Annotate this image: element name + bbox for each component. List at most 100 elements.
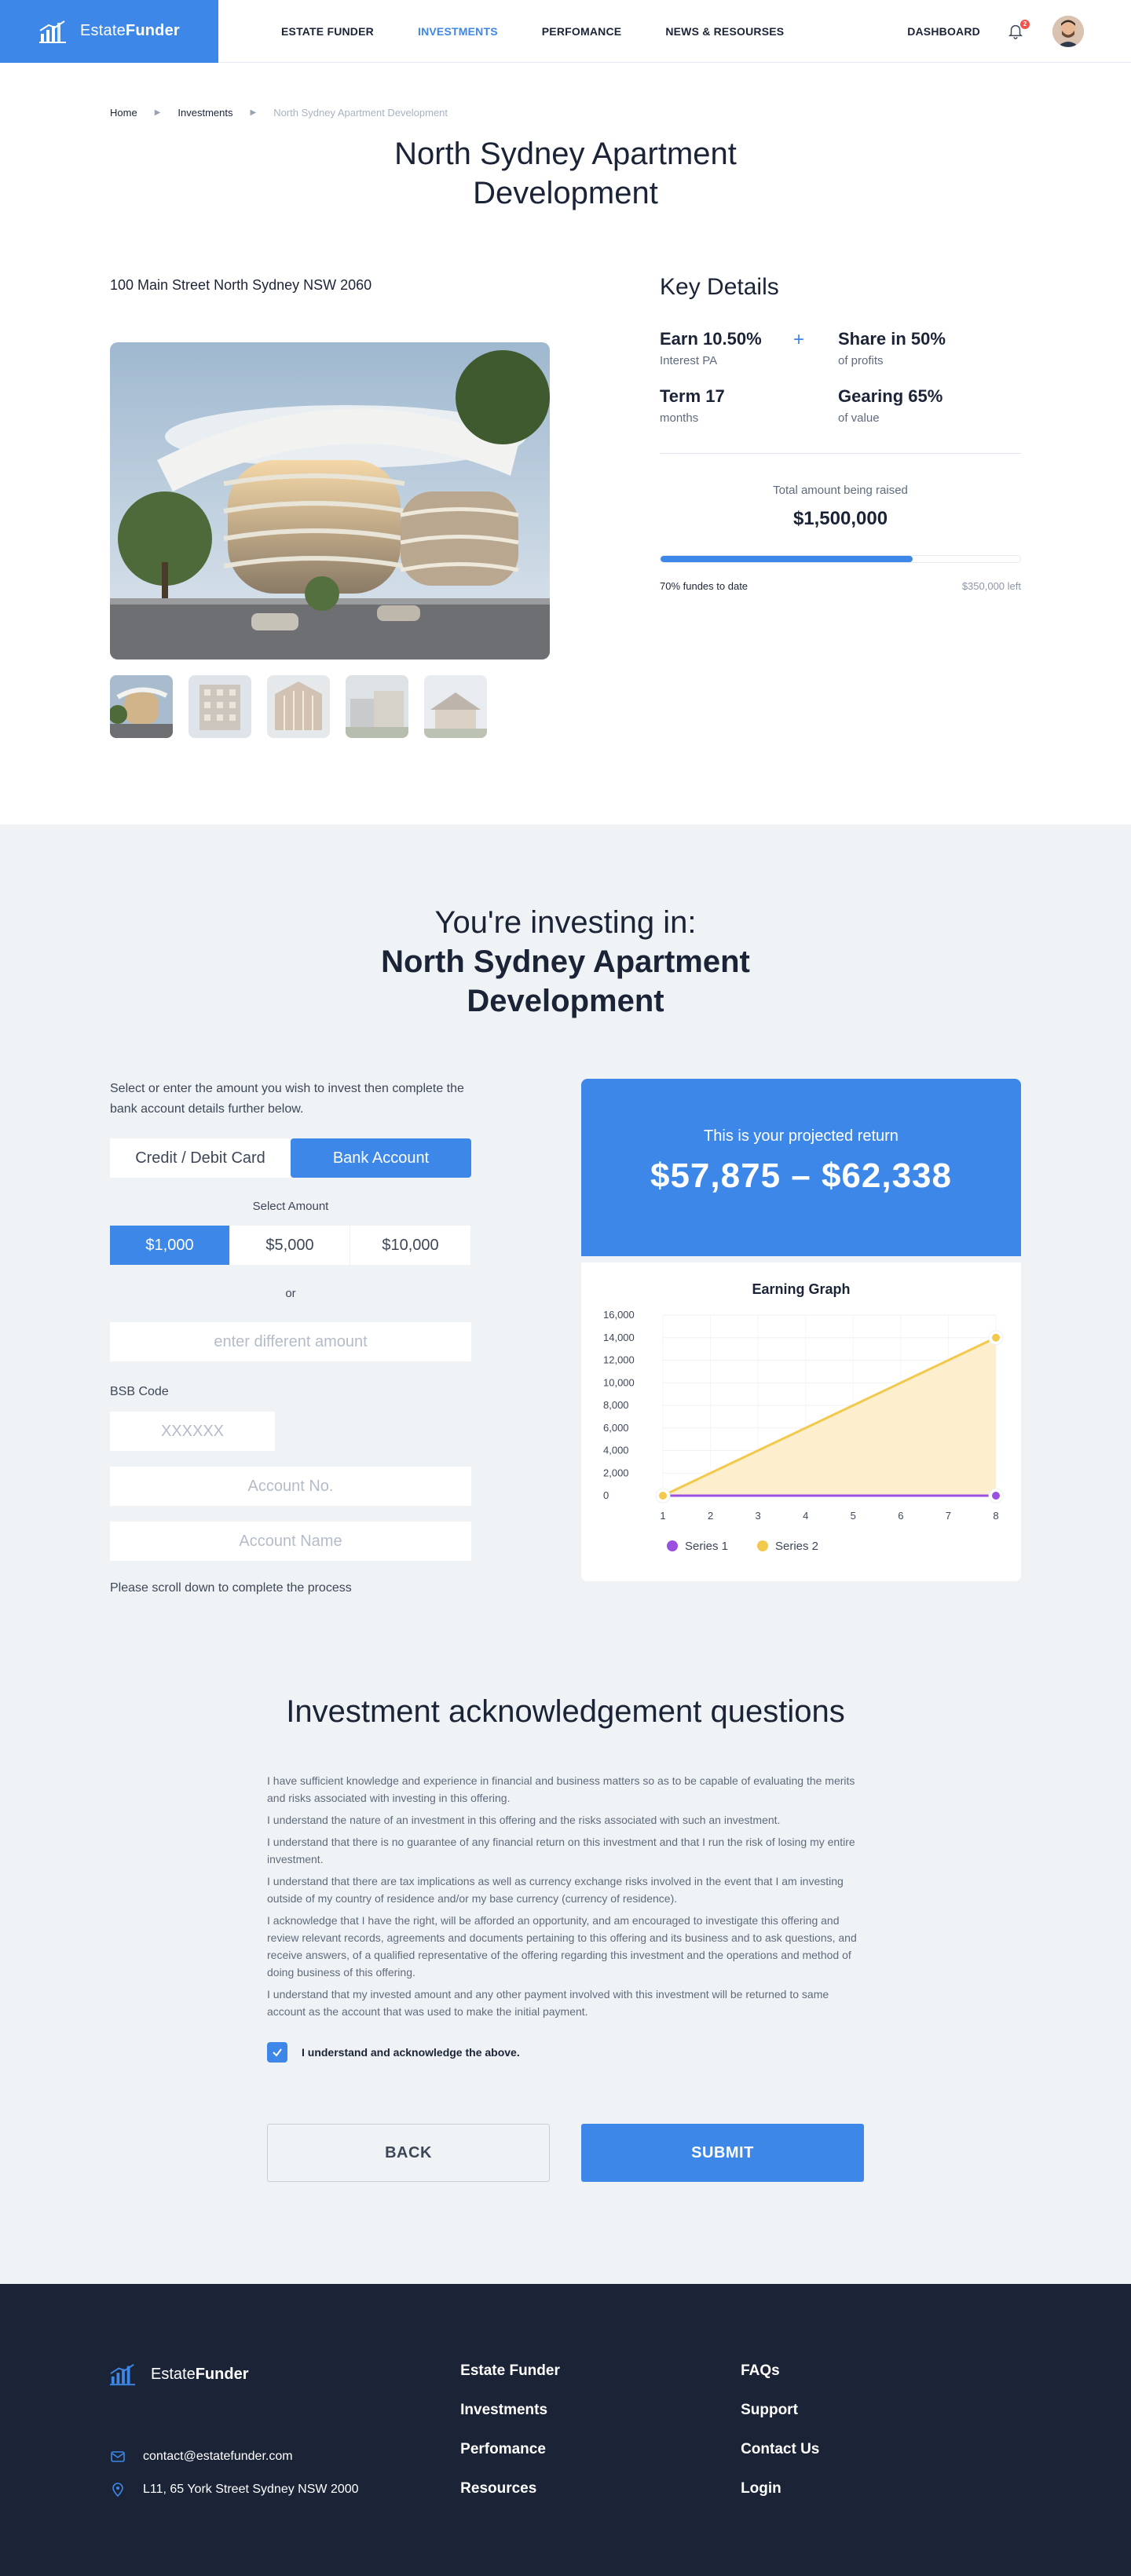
ack-title: Investment acknowledgement questions <box>286 1694 845 1729</box>
chevron-right-icon: ▶ <box>250 108 257 117</box>
form-actions: BACK SUBMIT <box>267 2124 864 2182</box>
thumbnail-3[interactable] <box>267 675 330 738</box>
select-amount-label: Select Amount <box>252 1200 329 1213</box>
account-number-input[interactable] <box>110 1467 471 1506</box>
tab-bank-account[interactable]: Bank Account <box>291 1138 471 1178</box>
thumbnail-strip <box>110 675 550 738</box>
property-main-image[interactable] <box>110 342 550 660</box>
footer-links-secondary: FAQs Support Contact Us Login <box>741 2362 1021 2576</box>
nav-link-investments[interactable]: INVESTMENTS <box>418 25 498 38</box>
earning-chart: 0 2,000 4,000 6,000 8,000 10,000 12,000 14,000 1… <box>603 1309 1004 1553</box>
nav-link-estate-funder[interactable]: ESTATE FUNDER <box>281 25 374 38</box>
footer-link-estate-funder[interactable]: Estate Funder <box>460 2362 741 2380</box>
y-tick-label: 2,000 <box>603 1467 629 1478</box>
building-thumbnail-image <box>267 675 330 738</box>
breadcrumb-home[interactable]: Home <box>110 107 137 119</box>
thumbnail-1[interactable] <box>110 675 173 738</box>
dashboard-link[interactable]: DASHBOARD <box>907 25 980 38</box>
thumbnail-2[interactable] <box>188 675 251 738</box>
x-tick-label: 6 <box>898 1510 903 1522</box>
back-button[interactable]: BACK <box>267 2124 550 2182</box>
data-point <box>659 1492 667 1500</box>
nav-link-perfomance[interactable]: PERFOMANCE <box>542 25 622 38</box>
footer-link-login[interactable]: Login <box>741 2480 1021 2497</box>
nav-link-news-resources[interactable]: NEWS & RESOURSES <box>665 25 784 38</box>
key-details-grid: Earn 10.50% Interest PA + Share in 50% o… <box>660 329 1021 425</box>
projected-return-value: $57,875 – $62,338 <box>650 1156 953 1195</box>
footer-email-row[interactable]: contact@estatefunder.com <box>110 2449 460 2465</box>
funding-progress-bar <box>660 555 1021 563</box>
footer-address: L11, 65 York Street Sydney NSW 2000 <box>143 2483 359 2496</box>
divider <box>660 453 1021 454</box>
thumbnail-5[interactable] <box>424 675 487 738</box>
x-tick-label: 7 <box>946 1510 951 1522</box>
main-menu: ESTATE FUNDER INVESTMENTS PERFOMANCE NEW… <box>281 25 784 38</box>
footer-logo[interactable]: EstateFunder <box>110 2362 460 2386</box>
payment-method-tabs: Credit / Debit Card Bank Account <box>110 1138 471 1178</box>
bsb-input[interactable] <box>110 1412 275 1451</box>
ack-paragraph: I understand that my invested amount and… <box>267 1988 829 2018</box>
y-tick-label: 4,000 <box>603 1445 629 1456</box>
y-tick-label: 0 <box>603 1489 609 1501</box>
property-gallery: 100 Main Street North Sydney NSW 2060 <box>110 277 550 738</box>
footer-link-faqs[interactable]: FAQs <box>741 2362 1021 2380</box>
amount-option-1000[interactable]: $1,000 <box>110 1226 230 1265</box>
breadcrumb-investments[interactable]: Investments <box>178 107 232 119</box>
chart-title: Earning Graph <box>752 1281 851 1297</box>
different-amount-input[interactable] <box>110 1322 471 1361</box>
page-title: North Sydney Apartment Development <box>394 137 737 210</box>
amount-option-5000[interactable]: $5,000 <box>230 1226 350 1265</box>
footer-link-resources[interactable]: Resources <box>460 2480 741 2497</box>
user-face-icon <box>1052 15 1084 47</box>
raise-amount: $1,500,000 <box>792 508 888 529</box>
building-thumbnail-image <box>424 675 487 738</box>
ack-body: I have sufficient knowledge and experien… <box>267 1772 864 2063</box>
footer-link-contact-us[interactable]: Contact Us <box>741 2441 1021 2458</box>
footer-link-perfomance[interactable]: Perfomance <box>460 2441 741 2458</box>
invest-section: You're investing in: North Sydney Apartm… <box>0 824 1131 2284</box>
tab-credit-debit-card[interactable]: Credit / Debit Card <box>110 1138 291 1178</box>
projected-return-label: This is your projected return <box>704 1127 899 1145</box>
location-pin-icon <box>112 2483 123 2497</box>
earn-sub: Interest PA <box>660 354 718 367</box>
ack-paragraph: I understand that there is no guarantee … <box>267 1836 855 1865</box>
footer-link-support[interactable]: Support <box>741 2402 1021 2419</box>
term-detail: Term 17 months <box>660 386 793 425</box>
property-address: 100 Main Street North Sydney NSW 2060 <box>110 277 372 293</box>
notifications-button[interactable]: 2 <box>1007 19 1030 41</box>
ack-paragraph: I have sufficient knowledge and experien… <box>267 1774 855 1804</box>
acknowledge-label: I understand and acknowledge the above. <box>302 2046 520 2059</box>
remaining-label: $350,000 left <box>961 580 1021 592</box>
nav-right: DASHBOARD 2 <box>907 15 1131 47</box>
top-nav: EstateFunder ESTATE FUNDER INVESTMENTS P… <box>0 0 1131 63</box>
submit-button[interactable]: SUBMIT <box>581 2124 864 2182</box>
footer-contact: contact@estatefunder.com L11, 65 York St… <box>110 2449 460 2497</box>
data-point <box>992 1333 1000 1342</box>
key-details-title: Key Details <box>660 274 779 300</box>
plus-icon: + <box>793 329 805 350</box>
earning-graph-card: Earning Graph 0 2,000 4,000 6,000 8,000 10,00… <box>581 1262 1021 1581</box>
acknowledge-checkbox-row[interactable]: I understand and acknowledge the above. <box>267 2042 864 2063</box>
brand-logo[interactable]: EstateFunder <box>0 0 218 63</box>
y-tick-label: 6,000 <box>603 1422 629 1434</box>
data-point <box>992 1492 1000 1500</box>
invest-content: Select or enter the amount you wish to i… <box>110 1079 1021 1595</box>
amount-option-10000[interactable]: $10,000 <box>350 1226 470 1265</box>
account-name-input[interactable] <box>110 1522 471 1561</box>
x-tick-label: 8 <box>993 1510 998 1522</box>
instruction-text: Select or enter the amount you wish to i… <box>110 1082 464 1116</box>
building-thumbnail-image <box>188 675 251 738</box>
thumbnail-4[interactable] <box>346 675 408 738</box>
notification-badge: 2 <box>1020 19 1030 29</box>
y-tick-label: 8,000 <box>603 1399 629 1411</box>
gearing-value: Gearing 65% <box>838 386 943 406</box>
footer-link-investments[interactable]: Investments <box>460 2402 741 2419</box>
breadcrumb-current: North Sydney Apartment Development <box>273 107 448 119</box>
x-tick-label: 3 <box>756 1510 761 1522</box>
share-sub: of profits <box>838 354 884 367</box>
key-details-panel: Key Details Earn 10.50% Interest PA + Sh… <box>660 274 1021 738</box>
ack-paragraph: I understand the nature of an investment… <box>267 1814 781 1826</box>
acknowledge-checkbox[interactable] <box>267 2042 287 2063</box>
avatar[interactable] <box>1052 15 1084 47</box>
